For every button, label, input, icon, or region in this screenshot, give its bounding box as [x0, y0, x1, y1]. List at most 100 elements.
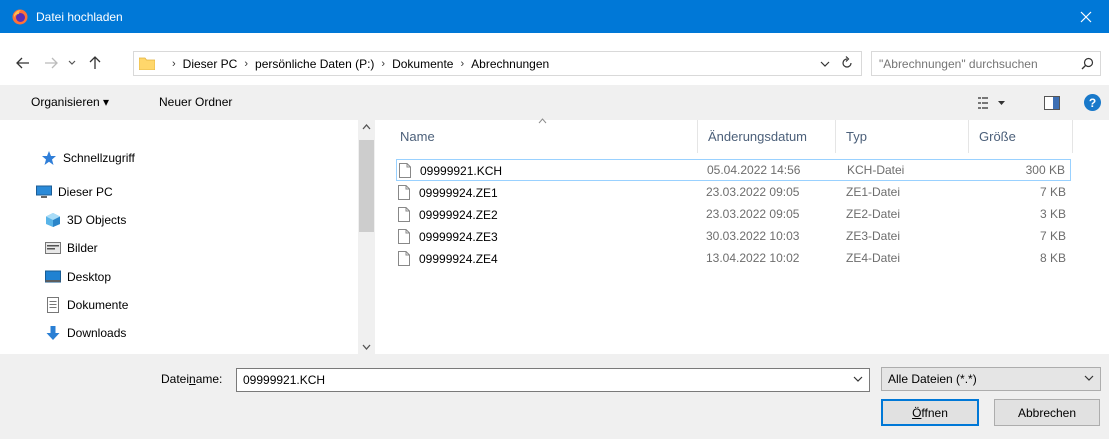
organize-button[interactable]: Organisieren ▾ [31, 95, 109, 109]
up-button[interactable] [84, 52, 106, 74]
folder-icon [139, 57, 155, 70]
nav-item-label: 3D Objects [67, 213, 127, 227]
file-date: 30.03.2022 10:03 [706, 229, 800, 243]
nav-item-desktop[interactable]: Desktop [45, 267, 111, 287]
chevron-down-icon [1084, 375, 1094, 381]
documents-icon [45, 297, 61, 313]
file-name-cell: 09999924.ZE1 [398, 185, 498, 200]
file-name: 09999924.ZE2 [419, 207, 498, 222]
file-name: 09999924.ZE4 [419, 251, 498, 266]
preview-pane-icon[interactable] [1044, 96, 1060, 110]
help-button[interactable]: ? [1084, 94, 1101, 111]
breadcrumb-separator: › [460, 57, 465, 70]
navigation-pane: Schnellzugriff Dieser PC 3D Objects Bild… [0, 120, 378, 354]
file-date: 23.03.2022 09:05 [706, 185, 800, 199]
star-icon [41, 150, 57, 166]
chevron-down-icon [68, 60, 76, 65]
search-icon [1081, 57, 1094, 70]
scrollbar-thumb[interactable] [359, 140, 374, 232]
nav-item-3d-objects[interactable]: 3D Objects [45, 210, 126, 230]
nav-item-label: Desktop [67, 270, 112, 284]
file-name-cell: 09999921.KCH [399, 163, 502, 178]
column-header-label: Änderungsdatum [708, 129, 808, 144]
nav-item-bilder[interactable]: Bilder [45, 238, 98, 258]
column-header-type[interactable]: Typ [836, 120, 969, 153]
file-size: 300 KB [1025, 163, 1065, 177]
address-dropdown-icon[interactable] [819, 57, 831, 71]
column-header-size[interactable]: Größe [969, 120, 1073, 153]
nav-item-label: Dokumente [67, 298, 129, 312]
close-button[interactable] [1063, 0, 1109, 33]
file-type: ZE3-Datei [846, 229, 901, 243]
file-name: 09999924.ZE3 [419, 229, 498, 244]
command-bar: Organisieren ▾ Neuer Ordner ? [0, 85, 1109, 120]
filename-label-accesskey: n [189, 372, 196, 386]
file-icon [398, 207, 410, 222]
breadcrumb-abrechnungen[interactable]: Abrechnungen [471, 57, 549, 71]
desktop-icon [45, 269, 61, 285]
file-date: 13.04.2022 10:02 [706, 251, 800, 265]
file-row[interactable]: 09999921.KCH 05.04.2022 14:56 KCH-Datei … [396, 159, 1071, 181]
computer-icon [36, 184, 52, 200]
filename-label-part: ame: [195, 372, 223, 386]
pictures-icon [45, 240, 61, 256]
dialog-footer: Dateiname: Alle Dateien (*.*) Öffnen Abb… [0, 354, 1109, 439]
arrow-up-icon [89, 56, 101, 69]
column-header-date[interactable]: Änderungsdatum [698, 120, 836, 153]
scroll-up-icon[interactable] [362, 124, 371, 130]
arrow-right-icon [45, 57, 58, 69]
scroll-down-icon[interactable] [362, 344, 371, 350]
chevron-down-icon[interactable] [853, 376, 863, 382]
refresh-icon[interactable] [839, 55, 855, 71]
file-icon [398, 251, 410, 266]
file-row[interactable]: 09999924.ZE3 30.03.2022 10:03 ZE3-Datei … [396, 226, 1071, 248]
search-box[interactable] [871, 51, 1101, 76]
column-header-label: Name [400, 129, 435, 144]
nav-item-downloads[interactable]: Downloads [45, 323, 126, 343]
breadcrumb-drive-p[interactable]: persönliche Daten (P:) [255, 57, 374, 71]
file-type-filter[interactable]: Alle Dateien (*.*) [881, 367, 1101, 391]
file-type: ZE2-Datei [846, 207, 901, 221]
file-icon [399, 163, 411, 178]
nav-item-label: Dieser PC [58, 185, 113, 199]
open-button[interactable]: Öffnen [881, 399, 979, 426]
title-bar: Datei hochladen [0, 0, 1109, 33]
nav-item-dokumente[interactable]: Dokumente [45, 295, 128, 315]
firefox-icon [12, 9, 28, 24]
search-input[interactable] [879, 56, 1074, 71]
nav-item-label: Bilder [67, 241, 98, 255]
nav-item-label: Downloads [67, 326, 127, 340]
breadcrumb-dokumente[interactable]: Dokumente [392, 57, 453, 71]
file-date: 23.03.2022 09:05 [706, 207, 800, 221]
file-size: 3 KB [1039, 207, 1066, 221]
column-header-label: Typ [846, 129, 867, 144]
cancel-button[interactable]: Abbrechen [994, 399, 1100, 426]
address-bar[interactable]: › Dieser PC › persönliche Daten (P:) › D… [133, 51, 862, 76]
file-name-cell: 09999924.ZE4 [398, 251, 498, 266]
filename-combobox[interactable] [236, 368, 870, 392]
file-row[interactable]: 09999924.ZE4 13.04.2022 10:02 ZE4-Datei … [396, 248, 1071, 270]
file-size: 8 KB [1039, 251, 1066, 265]
nav-item-label: Schnellzugriff [63, 151, 135, 165]
file-icon [398, 229, 410, 244]
breadcrumb-dieser-pc[interactable]: Dieser PC [183, 57, 238, 71]
file-name-cell: 09999924.ZE3 [398, 229, 498, 244]
nav-item-dieser-pc[interactable]: Dieser PC [36, 182, 113, 202]
new-folder-button[interactable]: Neuer Ordner [159, 95, 232, 109]
file-type: KCH-Datei [847, 163, 905, 177]
file-type: ZE1-Datei [846, 185, 901, 199]
column-header-label: Größe [979, 129, 1016, 144]
address-row: › Dieser PC › persönliche Daten (P:) › D… [0, 43, 1109, 83]
recent-locations-button[interactable] [64, 52, 80, 74]
view-options-icon[interactable] [978, 96, 1008, 110]
arrow-left-icon [16, 57, 29, 69]
navigation-scrollbar[interactable] [358, 120, 375, 354]
forward-button[interactable] [40, 52, 62, 74]
file-row[interactable]: 09999924.ZE1 23.03.2022 09:05 ZE1-Datei … [396, 182, 1071, 204]
nav-item-schnellzugriff[interactable]: Schnellzugriff [41, 148, 135, 168]
open-button-label: ffnen [921, 405, 948, 420]
filename-input[interactable] [237, 373, 827, 387]
file-row[interactable]: 09999924.ZE2 23.03.2022 09:05 ZE2-Datei … [396, 204, 1071, 226]
column-header-name[interactable]: Name [390, 118, 698, 153]
back-button[interactable] [12, 52, 34, 74]
